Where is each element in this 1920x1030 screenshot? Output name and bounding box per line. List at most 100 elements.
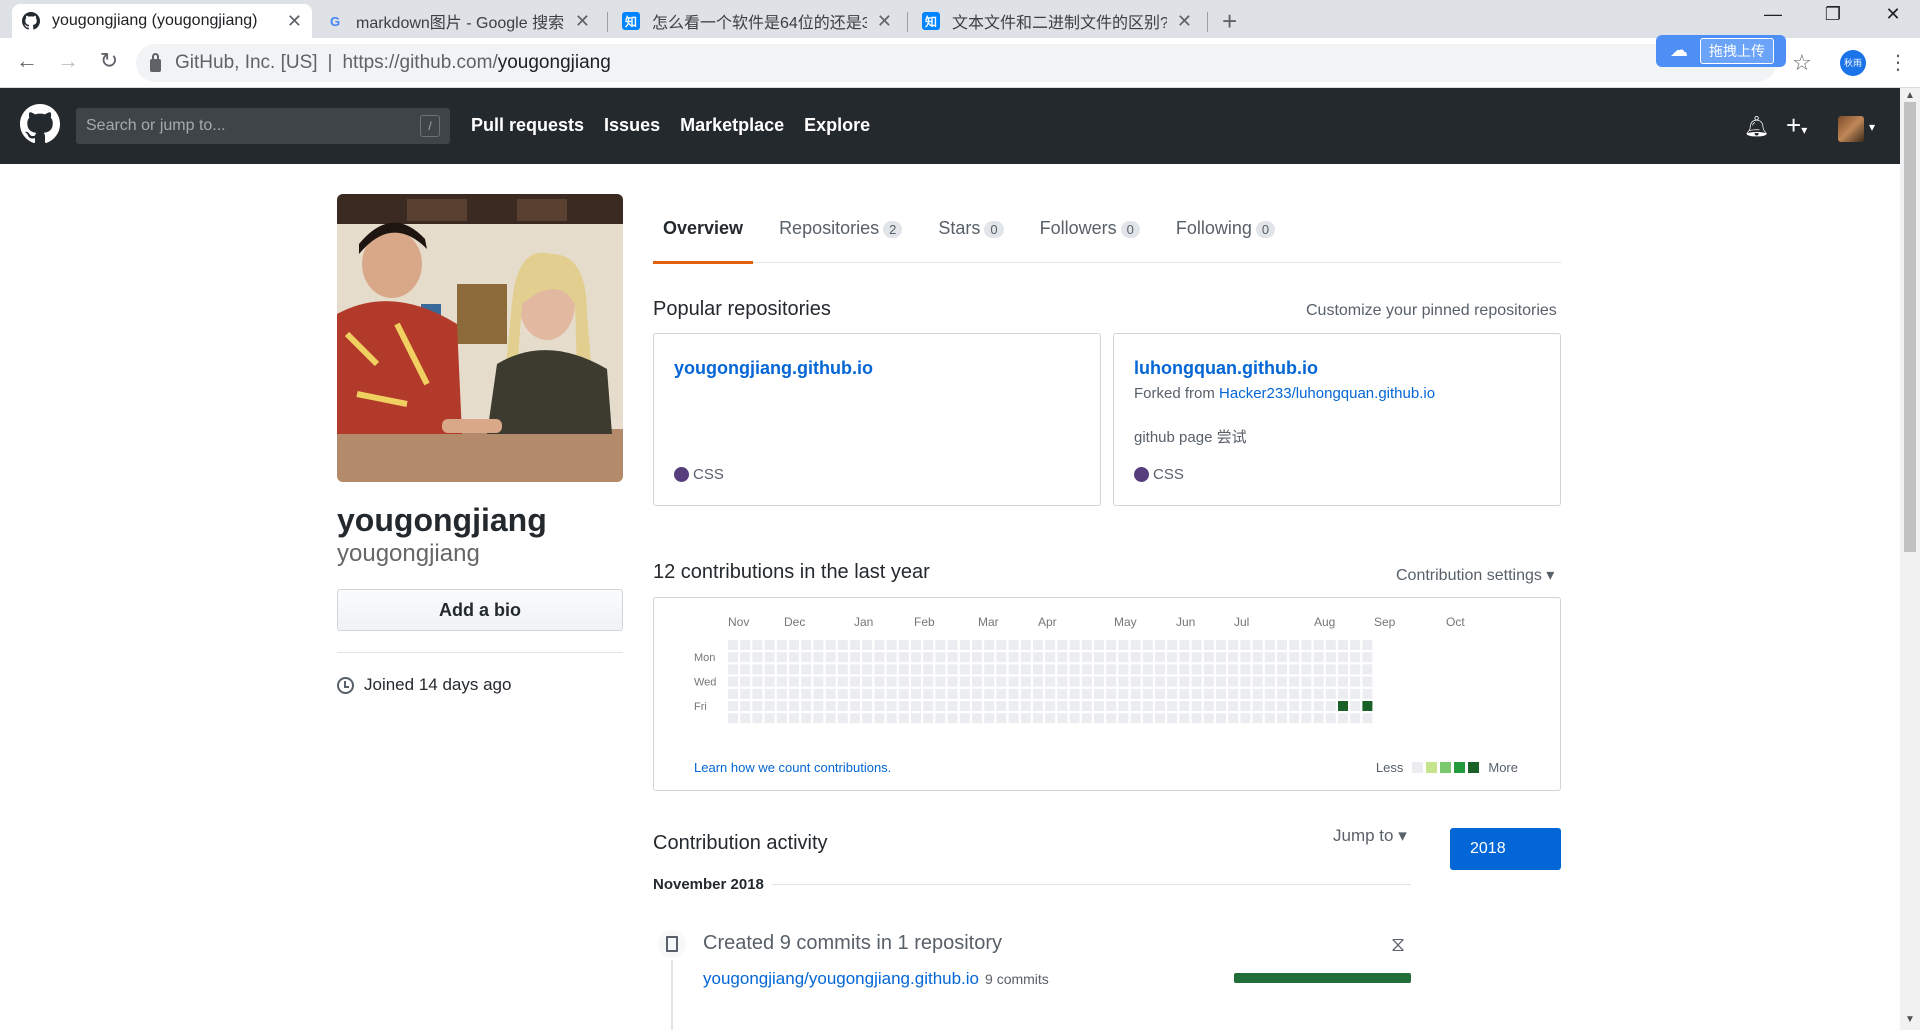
close-icon[interactable]: ✕ bbox=[877, 11, 892, 32]
contribution-day[interactable] bbox=[959, 701, 970, 711]
contribution-day[interactable] bbox=[1264, 640, 1275, 650]
contribution-day[interactable] bbox=[984, 640, 995, 650]
contribution-day[interactable] bbox=[850, 652, 860, 663]
contribution-day[interactable] bbox=[1179, 664, 1190, 675]
contribution-day[interactable] bbox=[862, 713, 873, 724]
contribution-day[interactable] bbox=[1045, 640, 1056, 650]
contribution-day[interactable] bbox=[1301, 640, 1312, 650]
contribution-day[interactable] bbox=[996, 640, 1007, 650]
contribution-day[interactable] bbox=[752, 676, 763, 687]
contribution-day[interactable] bbox=[1033, 701, 1043, 711]
contribution-day[interactable] bbox=[996, 664, 1007, 675]
contribution-day[interactable] bbox=[984, 688, 995, 699]
contribution-day[interactable] bbox=[947, 676, 958, 687]
contribution-day[interactable] bbox=[776, 676, 787, 687]
contribution-day[interactable] bbox=[1203, 688, 1214, 699]
contribution-day[interactable] bbox=[837, 701, 848, 711]
back-icon[interactable]: ← bbox=[12, 48, 42, 74]
year-2018-button[interactable]: 2018 bbox=[1450, 828, 1561, 870]
contribution-day[interactable] bbox=[1325, 688, 1336, 699]
browser-tab-zhihu-2[interactable]: 知 文本文件和二进制文件的区别? ✕ bbox=[912, 4, 1202, 38]
restore-icon[interactable]: ❐ bbox=[1813, 4, 1853, 25]
contribution-day[interactable] bbox=[1191, 701, 1202, 711]
contribution-day[interactable] bbox=[1277, 713, 1287, 724]
contribution-day[interactable] bbox=[837, 688, 848, 699]
contribution-day[interactable] bbox=[1142, 713, 1153, 724]
contribution-day[interactable] bbox=[764, 688, 775, 699]
contribution-day[interactable] bbox=[1020, 688, 1031, 699]
contribution-day[interactable] bbox=[776, 688, 787, 699]
contribution-day[interactable] bbox=[862, 701, 873, 711]
contribution-day[interactable] bbox=[911, 652, 921, 663]
contribution-day[interactable] bbox=[874, 688, 885, 699]
contribution-day[interactable] bbox=[1057, 652, 1068, 663]
contribution-day[interactable] bbox=[1277, 664, 1287, 675]
contribution-day[interactable] bbox=[935, 701, 946, 711]
contribution-day[interactable] bbox=[972, 676, 982, 687]
contribution-day[interactable] bbox=[1081, 676, 1092, 687]
contribution-day[interactable] bbox=[1203, 640, 1214, 650]
tab-stars[interactable]: Stars 0 bbox=[928, 194, 1013, 263]
contribution-day[interactable] bbox=[813, 713, 824, 724]
contribution-day[interactable] bbox=[1252, 676, 1263, 687]
contribution-day[interactable] bbox=[801, 688, 812, 699]
contribution-day[interactable] bbox=[752, 652, 763, 663]
contribution-day[interactable] bbox=[923, 664, 934, 675]
contribution-day[interactable] bbox=[813, 688, 824, 699]
upload-extension[interactable]: ☁ 拖拽上传 bbox=[1656, 35, 1786, 67]
contribution-day[interactable] bbox=[1289, 688, 1300, 699]
contribution-day[interactable] bbox=[1313, 652, 1324, 663]
contribution-day[interactable] bbox=[728, 652, 738, 663]
contribution-day[interactable] bbox=[1069, 652, 1080, 663]
contribution-day[interactable] bbox=[1179, 713, 1190, 724]
contribution-day[interactable] bbox=[837, 652, 848, 663]
contribution-day[interactable] bbox=[1020, 652, 1031, 663]
contribution-day[interactable] bbox=[825, 688, 836, 699]
contribution-day[interactable] bbox=[1094, 701, 1104, 711]
contribution-day[interactable] bbox=[1179, 640, 1190, 650]
contribution-day[interactable] bbox=[825, 652, 836, 663]
contribution-day[interactable] bbox=[1118, 664, 1129, 675]
contribution-day[interactable] bbox=[825, 676, 836, 687]
contribution-day[interactable] bbox=[825, 640, 836, 650]
contribution-day[interactable] bbox=[1313, 676, 1324, 687]
contribution-day[interactable] bbox=[1033, 688, 1043, 699]
contribution-day[interactable] bbox=[1167, 688, 1178, 699]
contribution-day[interactable] bbox=[1228, 640, 1239, 650]
contribution-day[interactable] bbox=[1264, 652, 1275, 663]
contribution-day[interactable] bbox=[1118, 676, 1129, 687]
contribution-day[interactable] bbox=[801, 713, 812, 724]
contribution-day[interactable] bbox=[1277, 676, 1287, 687]
fold-icon[interactable]: ⧖ bbox=[1391, 934, 1405, 957]
customize-pins-link[interactable]: Customize your pinned repositories bbox=[1306, 302, 1557, 320]
github-logo-icon[interactable] bbox=[20, 104, 60, 144]
contribution-day[interactable] bbox=[1008, 713, 1019, 724]
contribution-day[interactable] bbox=[862, 688, 873, 699]
contribution-day[interactable] bbox=[1264, 701, 1275, 711]
contribution-day[interactable] bbox=[874, 713, 885, 724]
window-close-icon[interactable]: ✕ bbox=[1873, 4, 1913, 25]
contribution-day[interactable] bbox=[911, 688, 921, 699]
contribution-day[interactable] bbox=[1118, 652, 1129, 663]
contribution-day[interactable] bbox=[923, 713, 934, 724]
contribution-day[interactable] bbox=[1106, 664, 1117, 675]
chevron-down-icon[interactable]: ▾ bbox=[1869, 120, 1875, 134]
contribution-day[interactable] bbox=[911, 713, 921, 724]
contribution-day[interactable] bbox=[911, 664, 921, 675]
contribution-day[interactable] bbox=[1155, 688, 1165, 699]
contribution-day[interactable] bbox=[1313, 713, 1324, 724]
contribution-day[interactable] bbox=[1094, 713, 1104, 724]
contribution-day[interactable] bbox=[850, 676, 860, 687]
contribution-day[interactable] bbox=[1277, 640, 1287, 650]
contribution-day[interactable] bbox=[1008, 676, 1019, 687]
contribution-day[interactable] bbox=[1313, 640, 1324, 650]
contribution-day[interactable] bbox=[898, 676, 909, 687]
contribution-day[interactable] bbox=[850, 688, 860, 699]
contribution-day[interactable] bbox=[1167, 676, 1178, 687]
contribution-day[interactable] bbox=[1155, 701, 1165, 711]
contribution-day[interactable] bbox=[972, 652, 982, 663]
contribution-day[interactable] bbox=[874, 676, 885, 687]
contribution-day[interactable] bbox=[874, 652, 885, 663]
contribution-day[interactable] bbox=[1142, 664, 1153, 675]
contribution-day[interactable] bbox=[1301, 676, 1312, 687]
